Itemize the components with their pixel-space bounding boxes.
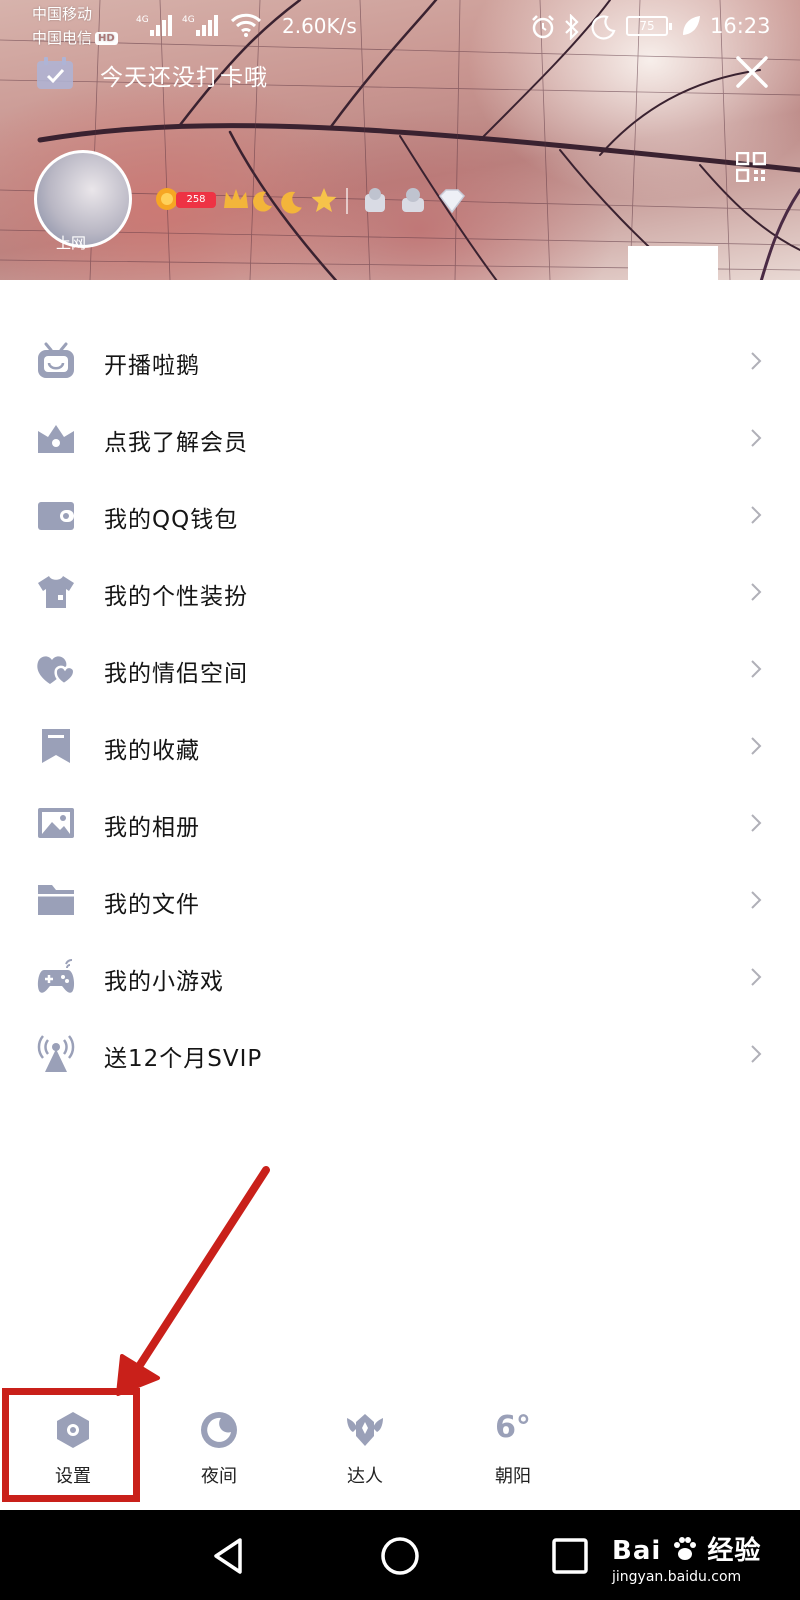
gamepad-icon	[37, 959, 75, 993]
leaf-eco-icon	[683, 16, 700, 35]
menu-item-label: 我的收藏	[104, 738, 200, 764]
carrier-1-label: 中国移动	[32, 5, 93, 23]
crown-level-icon	[224, 189, 248, 208]
close-icon[interactable]	[734, 54, 770, 90]
menu-item-label: 我的文件	[104, 892, 200, 918]
highlight-box-annotation	[2, 1388, 140, 1502]
photo-icon	[38, 808, 74, 838]
network-speed: 2.60K/s	[282, 14, 357, 38]
moon-level-icon-1	[253, 191, 272, 212]
qr-code-icon[interactable]	[736, 152, 766, 182]
tv-robot-icon	[38, 342, 74, 378]
vip-mascot-icon-1	[365, 188, 385, 212]
menu-item-live[interactable]: 开播啦鹅	[0, 322, 800, 399]
chevron-right-icon	[751, 891, 762, 909]
vip-mascot-icon-2	[402, 188, 424, 212]
menu-item-label: 开播啦鹅	[104, 353, 200, 379]
net-type-1-label: 4G	[136, 15, 149, 25]
watermark-brand: Bai 经验	[612, 1530, 761, 1567]
paw-logo-icon	[674, 1537, 697, 1560]
calendar-check-icon[interactable]	[36, 56, 74, 90]
status-right-group: 75 16:23	[530, 10, 800, 40]
signal-strength-2-icon: 4G	[182, 15, 218, 36]
weather-city-label: 朝阳	[495, 1466, 531, 1487]
moon-icon	[201, 1412, 237, 1448]
chevron-right-icon	[751, 737, 762, 755]
menu-item-personalize[interactable]: 我的个性装扮	[0, 553, 800, 630]
weather-temperature: 6°	[495, 1410, 531, 1445]
menu-item-label: 送12个月SVIP	[104, 1046, 263, 1072]
menu-item-svip-gift[interactable]: 送12个月SVIP	[0, 1015, 800, 1092]
menu-item-wallet[interactable]: 我的QQ钱包	[0, 476, 800, 553]
menu-item-membership[interactable]: 点我了解会员	[0, 399, 800, 476]
clock: 16:23	[710, 14, 771, 38]
signal-strength-1-icon: 4G	[136, 15, 172, 36]
carrier-2-name: 中国电信	[32, 29, 93, 47]
night-mode-button[interactable]: 夜间	[164, 1400, 274, 1500]
menu-item-favorites[interactable]: 我的收藏	[0, 707, 800, 784]
net-type-2-label: 4G	[182, 15, 195, 25]
chevron-right-icon	[751, 814, 762, 832]
status-bar: 中国移动 中国电信 HD 4G 4G 2.60K/s 75 16:23	[0, 0, 800, 48]
menu-item-album[interactable]: 我的相册	[0, 784, 800, 861]
chevron-right-icon	[751, 1045, 762, 1063]
alarm-icon	[532, 15, 554, 39]
hearts-icon	[37, 656, 76, 686]
watermark-url: jingyan.baidu.com	[612, 1569, 742, 1585]
menu-item-label: 我的情侣空间	[104, 661, 248, 687]
level-badges[interactable]: 258	[150, 184, 480, 218]
chevron-right-icon	[751, 968, 762, 986]
folder-icon	[38, 885, 74, 915]
chevron-right-icon	[751, 429, 762, 447]
menu-item-label: 我的QQ钱包	[104, 507, 239, 533]
carrier-2-label: 中国电信 HD	[32, 28, 118, 48]
expert-label: 达人	[347, 1466, 383, 1487]
home-circle-icon[interactable]	[378, 1534, 422, 1578]
menu-item-label: 我的小游戏	[104, 969, 224, 995]
chevron-right-icon	[751, 506, 762, 524]
menu-item-label: 我的个性装扮	[104, 584, 248, 610]
recents-square-icon[interactable]	[548, 1534, 592, 1578]
watermark-brand-cn: 经验	[707, 1536, 762, 1566]
baidu-jingyan-watermark: Bai 经验 jingyan.baidu.com	[612, 1530, 761, 1585]
broadcast-tower-icon	[37, 1035, 75, 1072]
chevron-right-icon	[751, 583, 762, 601]
profile-header: 中国移动 中国电信 HD 4G 4G 2.60K/s 75 16:23 今天还没…	[0, 0, 800, 280]
menu-item-label: 点我了解会员	[104, 430, 248, 456]
menu-item-files[interactable]: 我的文件	[0, 861, 800, 938]
level-number-badge: 258	[176, 192, 216, 208]
avatar-status-label: 上网	[56, 234, 87, 252]
battery-indicator: 75	[626, 16, 672, 36]
wallet-icon	[38, 502, 74, 530]
moon-level-icon-2	[281, 191, 302, 214]
checkin-reminder-text[interactable]: 今天还没打卡哦	[100, 58, 268, 92]
tshirt-icon	[38, 576, 74, 608]
do-not-disturb-moon-icon	[591, 15, 616, 40]
bluetooth-icon	[565, 14, 579, 40]
blurred-area	[628, 246, 718, 280]
crown-icon	[38, 425, 74, 453]
menu-item-label: 我的相册	[104, 815, 200, 841]
chevron-right-icon	[751, 352, 762, 370]
system-navigation-bar: Bai 经验 jingyan.baidu.com	[0, 1510, 800, 1600]
night-mode-label: 夜间	[201, 1466, 237, 1487]
chevron-right-icon	[751, 660, 762, 678]
hd-badge: HD	[95, 32, 118, 45]
profile-menu: 开播啦鹅 点我了解会员 我的QQ钱包 我的个性装扮 我的情侣空间 我的收藏 我的…	[0, 322, 800, 1092]
back-triangle-icon[interactable]	[206, 1534, 250, 1578]
menu-item-couple-space[interactable]: 我的情侣空间	[0, 630, 800, 707]
badge-divider	[346, 188, 348, 214]
expert-button[interactable]: 达人	[310, 1400, 420, 1500]
star-level-icon	[311, 188, 337, 212]
watermark-brand-latin: Bai	[612, 1536, 662, 1566]
weather-widget[interactable]: 6° 朝阳	[458, 1400, 568, 1500]
bookmark-icon	[42, 729, 70, 763]
menu-item-mini-games[interactable]: 我的小游戏	[0, 938, 800, 1015]
diamond-icon	[439, 189, 465, 214]
winged-badge-icon	[347, 1414, 383, 1446]
wifi-icon	[230, 13, 262, 37]
